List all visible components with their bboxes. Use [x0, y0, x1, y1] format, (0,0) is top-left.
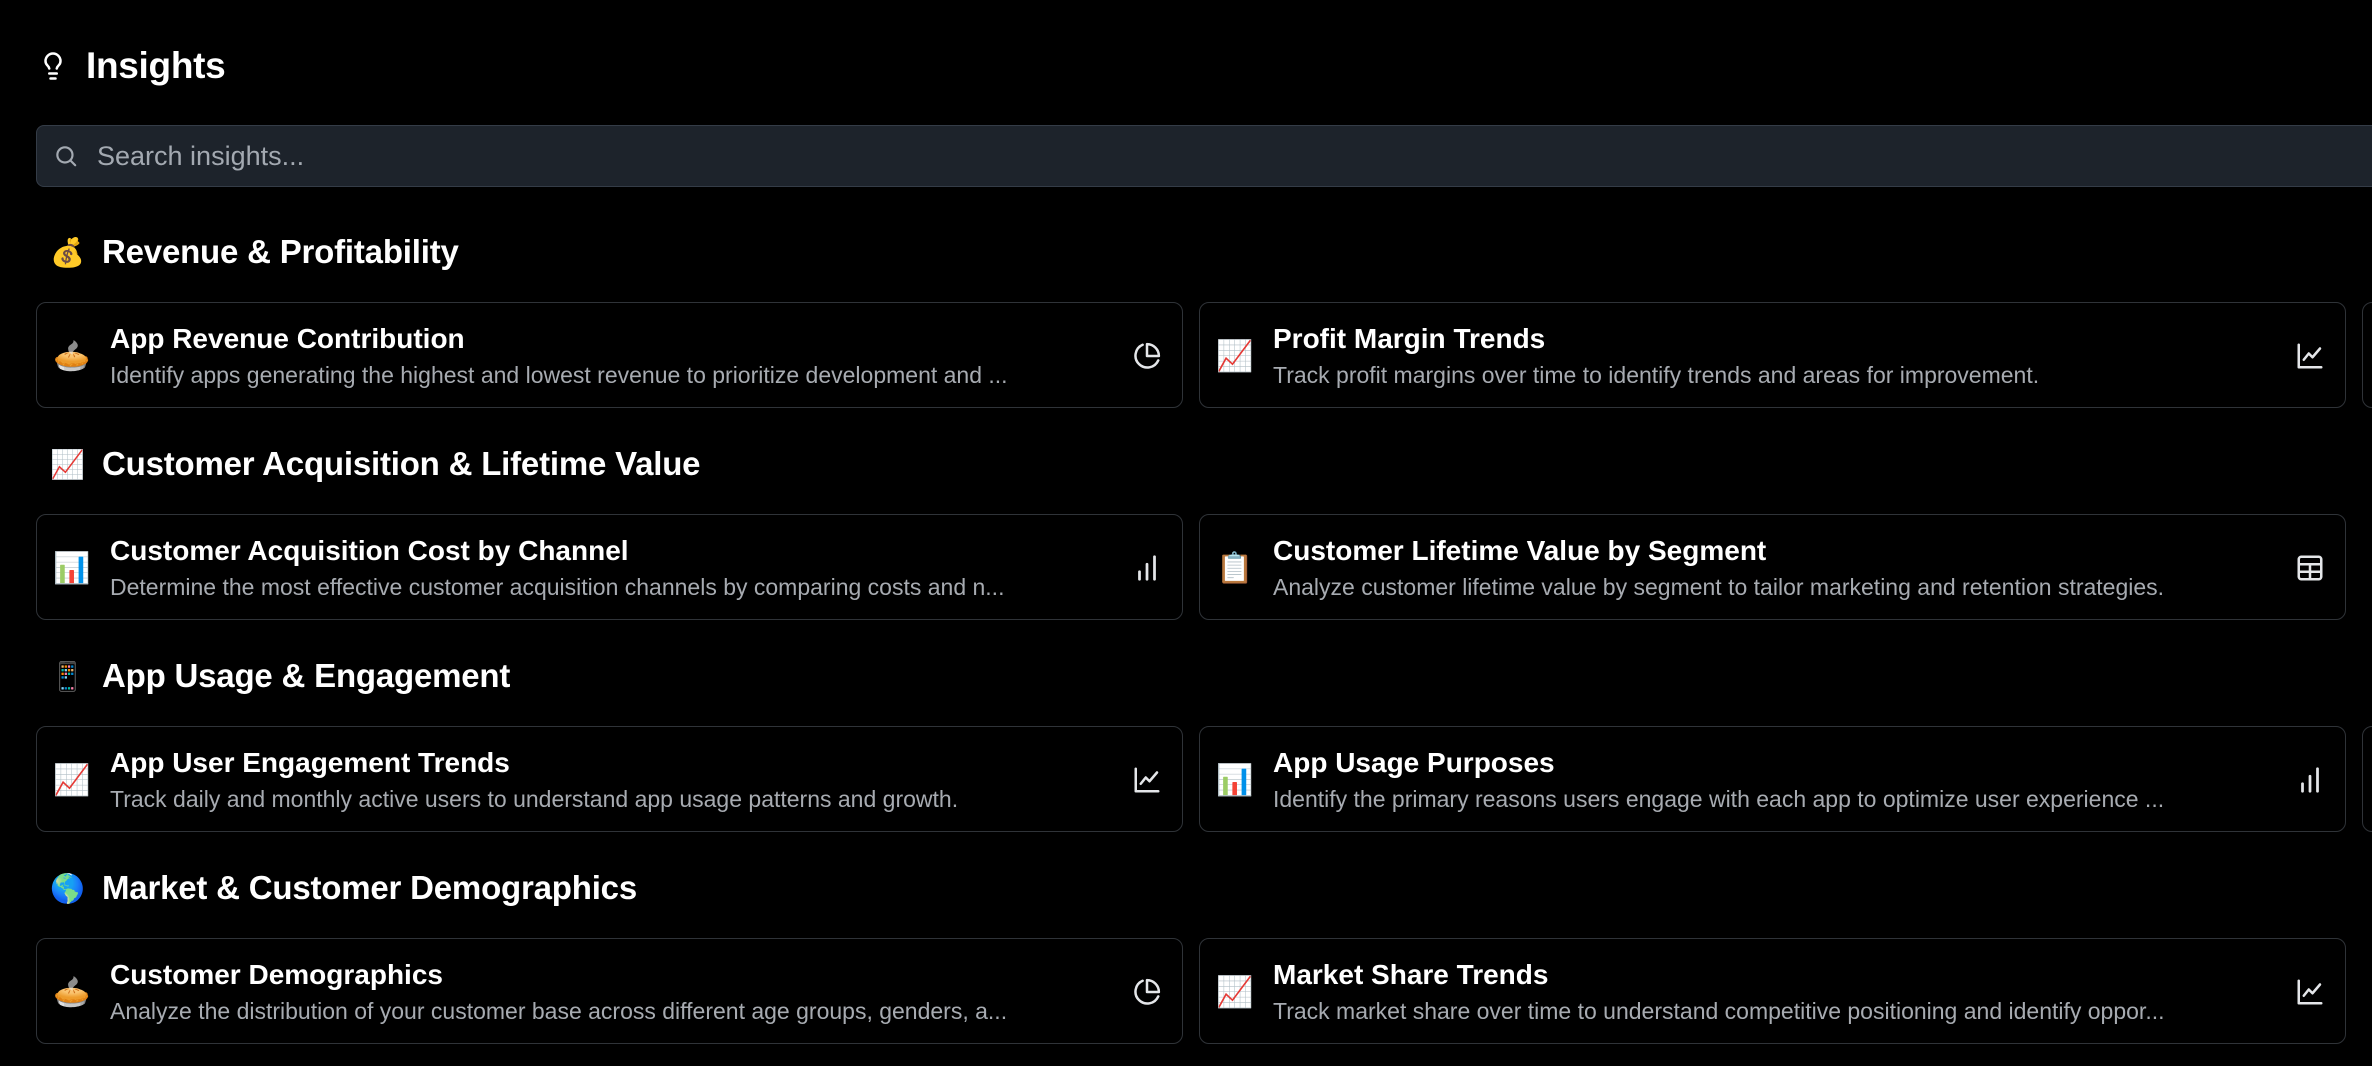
card-description: Track daily and monthly active users to …	[110, 786, 959, 812]
insight-card-overflow[interactable]	[2362, 726, 2372, 832]
chart-up-emoji-icon: 📈	[53, 762, 91, 798]
insight-card-overflow[interactable]	[2362, 302, 2372, 408]
globe-icon: 🌎	[50, 871, 85, 905]
insight-card-app-revenue-contribution[interactable]: 🥧 App Revenue Contribution Identify apps…	[36, 302, 1183, 408]
pie-emoji-icon: 🥧	[53, 974, 91, 1010]
page-header: Insights	[38, 40, 226, 92]
insight-card-app-usage-purposes[interactable]: 📊 App Usage Purposes Identify the primar…	[1199, 726, 2346, 832]
card-description: Analyze customer lifetime value by segme…	[1273, 574, 2165, 600]
card-description: Determine the most effective customer ac…	[110, 574, 1005, 600]
search-bar[interactable]	[36, 125, 2372, 187]
card-title: App User Engagement Trends	[110, 747, 510, 778]
bar-chart-emoji-icon: 📊	[1216, 762, 1254, 798]
insights-page: Insights 💰 Revenue & Profitability 🥧 App…	[0, 0, 2372, 1066]
section-label: Market & Customer Demographics	[102, 869, 637, 906]
card-title: Profit Margin Trends	[1273, 323, 1546, 354]
card-description: Identify the primary reasons users engag…	[1273, 786, 2165, 812]
insight-card-market-share-trends[interactable]: 📈 Market Share Trends Track market share…	[1199, 938, 2346, 1044]
insight-card-customer-lifetime-value[interactable]: 📋 Customer Lifetime Value by Segment Ana…	[1199, 514, 2346, 620]
card-title: Customer Lifetime Value by Segment	[1273, 535, 1767, 566]
line-chart-icon	[2293, 339, 2327, 373]
search-icon	[53, 143, 79, 169]
clipboard-emoji-icon: 📋	[1216, 550, 1254, 586]
insight-card-customer-demographics[interactable]: 🥧 Customer Demographics Analyze the dist…	[36, 938, 1183, 1044]
section-label: Revenue & Profitability	[102, 233, 459, 270]
chart-up-emoji-icon: 📈	[1216, 974, 1254, 1010]
section-title-customer-acquisition: 📈 Customer Acquisition & Lifetime Value	[50, 442, 701, 486]
section-label: Customer Acquisition & Lifetime Value	[102, 445, 701, 482]
pie-emoji-icon: 🥧	[53, 338, 91, 374]
bar-chart-icon	[1130, 551, 1164, 585]
card-description: Track market share over time to understa…	[1273, 998, 2165, 1024]
insight-card-app-user-engagement-trends[interactable]: 📈 App User Engagement Trends Track daily…	[36, 726, 1183, 832]
insight-card-customer-acquisition-cost[interactable]: 📊 Customer Acquisition Cost by Channel D…	[36, 514, 1183, 620]
card-title: Customer Acquisition Cost by Channel	[110, 535, 629, 566]
card-description: Track profit margins over time to identi…	[1273, 362, 2040, 388]
insight-card-profit-margin-trends[interactable]: 📈 Profit Margin Trends Track profit marg…	[1199, 302, 2346, 408]
search-input[interactable]	[97, 140, 2097, 172]
card-title: App Revenue Contribution	[110, 323, 465, 354]
pie-chart-icon	[1130, 339, 1164, 373]
chart-up-emoji-icon: 📈	[50, 447, 85, 481]
card-description: Analyze the distribution of your custome…	[110, 998, 1008, 1024]
section-title-market-demographics: 🌎 Market & Customer Demographics	[50, 866, 637, 910]
pie-chart-icon	[1130, 975, 1164, 1009]
section-title-app-usage: 📱 App Usage & Engagement	[50, 654, 510, 698]
lightbulb-icon	[38, 49, 68, 83]
line-chart-icon	[1130, 763, 1164, 797]
card-title: Customer Demographics	[110, 959, 443, 990]
section-title-revenue: 💰 Revenue & Profitability	[50, 230, 459, 274]
line-chart-icon	[2293, 975, 2327, 1009]
bar-chart-icon	[2293, 763, 2327, 797]
mobile-phone-icon: 📱	[50, 659, 85, 693]
money-bag-icon: 💰	[50, 235, 85, 269]
card-title: Market Share Trends	[1273, 959, 1549, 990]
table-icon	[2293, 551, 2327, 585]
chart-up-emoji-icon: 📈	[1216, 338, 1254, 374]
card-title: App Usage Purposes	[1273, 747, 1555, 778]
card-description: Identify apps generating the highest and…	[110, 362, 1008, 388]
bar-chart-emoji-icon: 📊	[53, 550, 91, 586]
page-title: Insights	[86, 45, 226, 86]
section-label: App Usage & Engagement	[102, 657, 511, 694]
